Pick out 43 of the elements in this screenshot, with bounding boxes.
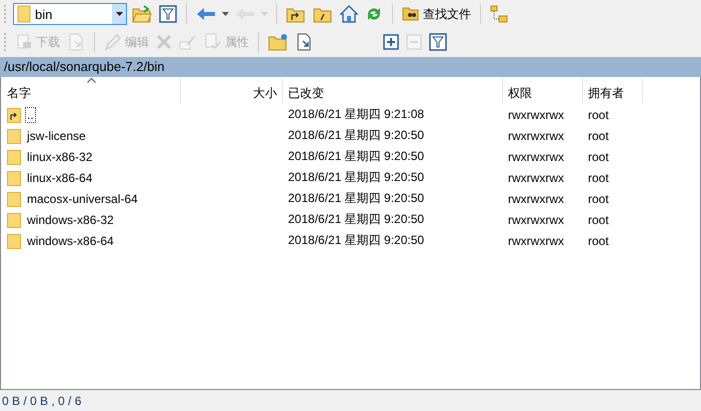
permissions-cell: rwxrwxrwx <box>508 192 564 206</box>
column-header[interactable]: 权限 <box>503 78 583 104</box>
file-name[interactable]: windows-x86-64 <box>25 232 116 248</box>
owner-cell: root <box>588 170 609 184</box>
file-name[interactable]: macosx-universal-64 <box>25 190 140 206</box>
file-name[interactable]: jsw-license <box>25 128 88 144</box>
folder-icon <box>17 5 31 23</box>
column-header[interactable]: 名字 <box>1 78 181 104</box>
document-icon <box>15 33 33 51</box>
modified-cell: 2018/6/21 星期四 9:20:50 <box>288 148 424 165</box>
file-name[interactable]: linux-x86-64 <box>25 170 94 186</box>
owner-cell: root <box>588 234 609 248</box>
permissions-cell: rwxrwxrwx <box>508 128 564 142</box>
modified-cell: 2018/6/21 星期四 9:20:50 <box>288 169 424 186</box>
caret-icon[interactable] <box>116 12 122 16</box>
owner-cell: root <box>588 128 609 142</box>
modified-cell: 2018/6/21 星期四 9:20:50 <box>288 232 424 249</box>
file-name[interactable]: linux-x86-32 <box>25 148 94 164</box>
permissions-cell: rwxrwxrwx <box>508 170 564 184</box>
modified-cell: 2018/6/21 星期四 9:21:08 <box>288 106 424 123</box>
owner-cell: root <box>588 192 609 206</box>
column-header[interactable]: 已改变 <box>283 78 503 104</box>
binoculars-folder-icon <box>402 5 420 23</box>
owner-cell: root <box>588 212 609 226</box>
find-files-button[interactable]: 查找文件 <box>400 2 473 26</box>
owner-cell: root <box>588 150 609 164</box>
column-header[interactable]: 拥有者 <box>583 78 643 104</box>
permissions-cell: rwxrwxrwx <box>508 212 564 226</box>
document-check-icon <box>204 33 222 51</box>
column-header[interactable]: 大小 <box>181 78 283 104</box>
status-text: 0 B / 0 B , 0 / 6 <box>2 394 82 408</box>
pencil-icon <box>104 33 122 51</box>
file-name[interactable]: windows-x86-32 <box>25 212 116 228</box>
permissions-cell: rwxrwxrwx <box>508 150 564 164</box>
modified-cell: 2018/6/21 星期四 9:20:50 <box>288 211 424 228</box>
modified-cell: 2018/6/21 星期四 9:20:50 <box>288 127 424 144</box>
file-name[interactable]: .. <box>25 106 36 122</box>
permissions-cell: rwxrwxrwx <box>508 234 564 248</box>
owner-cell: root <box>588 108 609 122</box>
modified-cell: 2018/6/21 星期四 9:20:50 <box>288 190 424 207</box>
path-combo[interactable]: bin <box>13 3 127 25</box>
permissions-cell: rwxrwxrwx <box>508 108 564 122</box>
path-bar: /usr/local/sonarqube-7.2/bin <box>0 57 701 77</box>
